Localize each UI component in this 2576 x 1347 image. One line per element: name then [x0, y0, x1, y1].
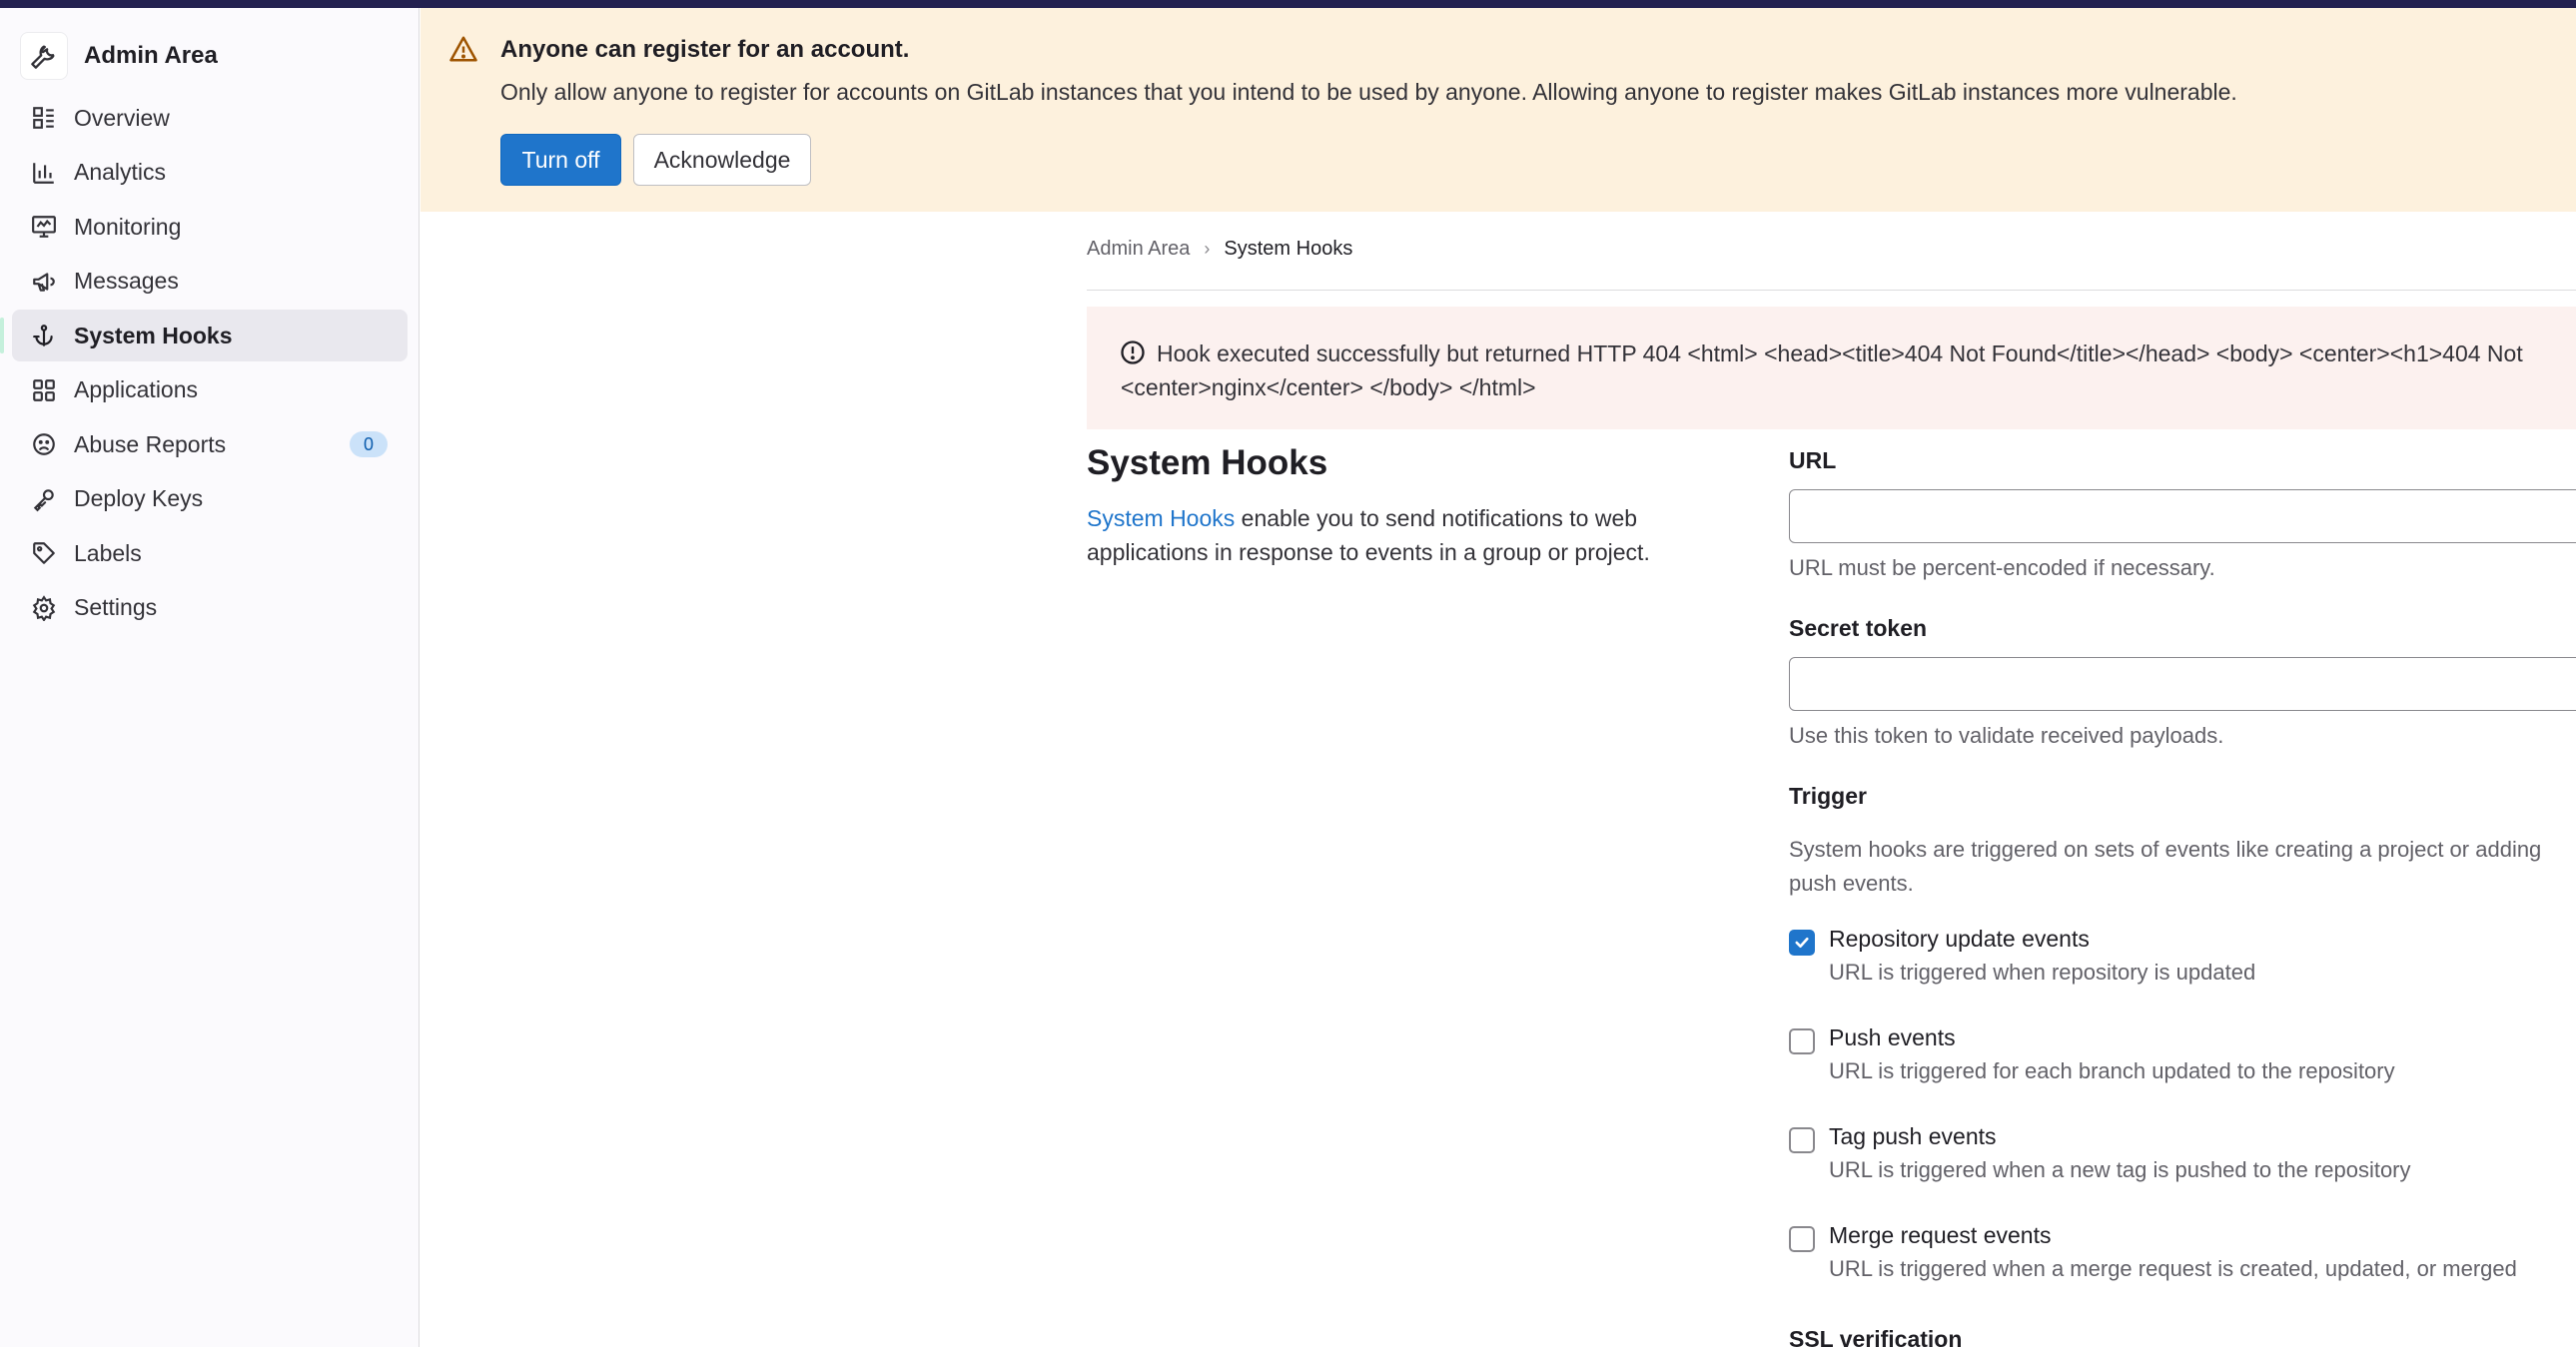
key-icon — [30, 485, 58, 513]
checkbox-label[interactable]: Tag push events — [1829, 1123, 1997, 1150]
applications-icon — [30, 376, 58, 404]
sidebar-item-system-hooks[interactable]: System Hooks — [0, 310, 408, 361]
push-events-checkbox[interactable] — [1789, 1028, 1815, 1054]
sidebar-item-label: Applications — [74, 376, 199, 402]
active-indicator — [0, 318, 4, 353]
registration-warning-banner: Anyone can register for an account. Only… — [421, 8, 2576, 212]
banner-text: Only allow anyone to register for accoun… — [500, 79, 2237, 105]
hook-icon — [30, 322, 58, 349]
trigger-description-line-2: push events. — [1789, 871, 1914, 896]
sidebar-item-analytics[interactable]: Analytics — [12, 147, 408, 199]
checkbox-help: URL is triggered when a merge request is… — [1829, 1256, 2517, 1281]
breadcrumb: Admin Area › System Hooks — [1087, 238, 1352, 261]
section-description: System Hooks enable you to send notifica… — [1087, 501, 1686, 569]
bullhorn-icon — [30, 268, 58, 296]
sidebar-item-label: Labels — [74, 539, 142, 566]
sidebar-item-overview[interactable]: Overview — [12, 92, 408, 144]
checkbox-label[interactable]: Merge request events — [1829, 1222, 2051, 1249]
acknowledge-button[interactable]: Acknowledge — [633, 134, 811, 186]
system-hooks-help-link[interactable]: System Hooks — [1087, 505, 1235, 531]
url-label: URL — [1789, 447, 1837, 473]
url-help: URL must be percent-encoded if necessary… — [1789, 555, 2215, 580]
checkbox-help: URL is triggered for each branch updated… — [1829, 1058, 2395, 1083]
url-input[interactable] — [1789, 489, 2576, 543]
alert-message: Hook executed successfully but returned … — [1121, 337, 2576, 404]
sidebar: Admin Area Overview Analytics Monitoring… — [0, 8, 420, 1347]
sidebar-item-labels[interactable]: Labels — [12, 527, 408, 579]
trigger-label: Trigger — [1789, 783, 1867, 809]
page-title: System Hooks — [1087, 443, 1328, 482]
sidebar-item-deploy-keys[interactable]: Deploy Keys — [12, 473, 408, 525]
sidebar-nav: Overview Analytics Monitoring Messages S… — [0, 92, 408, 636]
breadcrumb-admin-area[interactable]: Admin Area — [1087, 238, 1190, 261]
sidebar-item-label: Monitoring — [74, 213, 182, 240]
admin-area-icon[interactable] — [20, 32, 68, 80]
warning-icon — [448, 34, 478, 69]
merge-request-events-checkbox[interactable] — [1789, 1226, 1815, 1252]
top-accent-bar — [0, 0, 2576, 8]
sidebar-item-label: Deploy Keys — [74, 485, 204, 511]
sidebar-title: Admin Area — [84, 42, 218, 69]
sidebar-item-messages[interactable]: Messages — [12, 256, 408, 308]
sidebar-item-label: Analytics — [74, 159, 167, 185]
sidebar-item-label: Overview — [74, 104, 170, 131]
sidebar-item-monitoring[interactable]: Monitoring — [12, 201, 408, 253]
checkbox-help: URL is triggered when repository is upda… — [1829, 960, 2256, 985]
ssl-verification-label: SSL verification — [1789, 1326, 1963, 1347]
breadcrumb-divider — [1087, 290, 2576, 291]
secret-token-input[interactable] — [1789, 657, 2576, 711]
checkbox-label[interactable]: Repository update events — [1829, 926, 2090, 953]
sidebar-item-applications[interactable]: Applications — [12, 364, 408, 416]
repository-update-checkbox[interactable] — [1789, 930, 1815, 956]
analytics-icon — [30, 159, 58, 187]
sidebar-item-label: Messages — [74, 268, 179, 294]
label-icon — [30, 539, 58, 567]
overview-icon — [30, 104, 58, 132]
alert-line-1: Hook executed successfully but returned … — [1157, 340, 2523, 366]
trigger-description-line-1: System hooks are triggered on sets of ev… — [1789, 837, 2542, 862]
sidebar-item-label: Settings — [74, 594, 158, 620]
alert-line-2: <center>nginx</center> </body> </html> — [1121, 374, 1536, 400]
chevron-right-icon: › — [1204, 239, 1211, 259]
breadcrumb-current: System Hooks — [1224, 238, 1353, 260]
settings-icon — [30, 594, 58, 622]
secret-token-help: Use this token to validate received payl… — [1789, 723, 2224, 748]
tag-push-events-checkbox[interactable] — [1789, 1127, 1815, 1153]
sidebar-item-abuse-reports[interactable]: Abuse Reports 0 — [12, 418, 408, 470]
hook-error-alert: Hook executed successfully but returned … — [1087, 307, 2576, 429]
sidebar-item-label: System Hooks — [74, 322, 233, 348]
sidebar-item-settings[interactable]: Settings — [12, 582, 408, 634]
turn-off-button[interactable]: Turn off — [500, 134, 621, 186]
banner-title: Anyone can register for an account. — [500, 36, 910, 63]
checkbox-help: URL is triggered when a new tag is pushe… — [1829, 1157, 2411, 1182]
trigger-description: System hooks are triggered on sets of ev… — [1789, 833, 2576, 901]
monitoring-icon — [30, 213, 58, 241]
abuse-reports-count-badge: 0 — [350, 431, 388, 457]
sidebar-item-label: Abuse Reports — [74, 430, 227, 457]
checkbox-label[interactable]: Push events — [1829, 1024, 1956, 1051]
abuse-icon — [30, 430, 58, 458]
secret-token-label: Secret token — [1789, 615, 1928, 641]
sidebar-header: Admin Area — [20, 30, 218, 82]
